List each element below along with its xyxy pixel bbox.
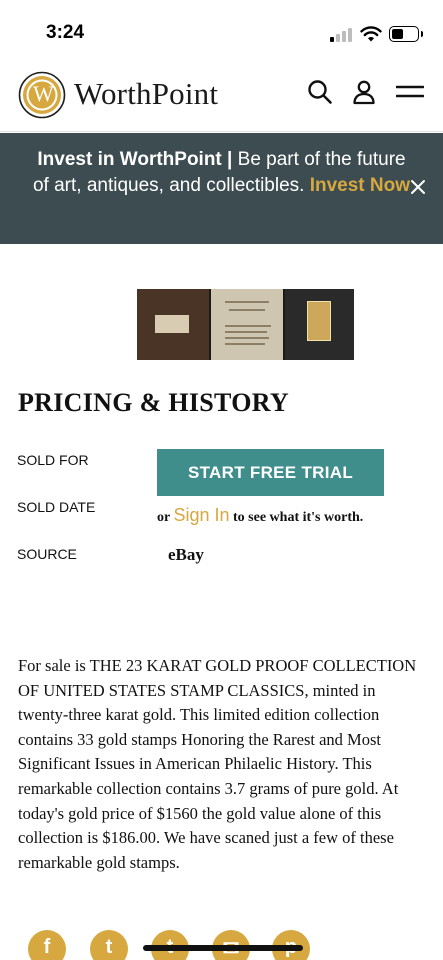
item-description: For sale is THE 23 KARAT GOLD PROOF COLL… [18,656,417,872]
facebook-icon[interactable]: f [28,930,66,960]
wifi-icon [360,26,382,42]
close-icon[interactable] [408,177,428,197]
sold-for-label: SOLD FOR [17,452,89,468]
pricing-history-title: PRICING & HISTORY [18,388,289,417]
search-icon[interactable] [306,78,334,106]
invest-banner-text: Invest in WorthPoint | Be part of the fu… [30,147,413,199]
sold-date-label: SOLD DATE [17,499,96,515]
invest-banner-separator: | [227,149,233,170]
product-image[interactable] [137,289,354,360]
invest-now-link[interactable]: Invest Now [310,175,410,196]
product-image-case [137,289,209,360]
sign-in-prefix: or [157,510,170,525]
sign-in-link[interactable]: Sign In [173,505,229,525]
invest-banner-title: Invest in WorthPoint [37,149,222,170]
source-label: SOURCE [17,546,77,562]
product-image-certificate [211,289,283,360]
status-bar: 3:24 [0,0,443,58]
signal-icon [330,28,352,42]
source-value: eBay [168,545,204,564]
invest-banner: Invest in WorthPoint | Be part of the fu… [0,133,443,244]
status-time: 3:24 [46,22,85,43]
brand-name[interactable]: WorthPoint [74,76,218,112]
user-icon[interactable] [350,78,378,106]
product-image-gold-stamp [285,289,354,360]
logo-letter: W [33,81,54,106]
battery-icon [389,26,423,42]
home-indicator[interactable] [143,945,303,951]
sign-in-suffix: to see what it's worth. [233,510,364,525]
menu-icon[interactable] [396,78,424,106]
site-header: W WorthPoint [0,58,443,132]
start-free-trial-button[interactable]: START FREE TRIAL [157,449,384,496]
sign-in-prompt: or Sign In to see what it's worth. [157,505,363,526]
twitter-icon[interactable]: t [90,930,128,960]
